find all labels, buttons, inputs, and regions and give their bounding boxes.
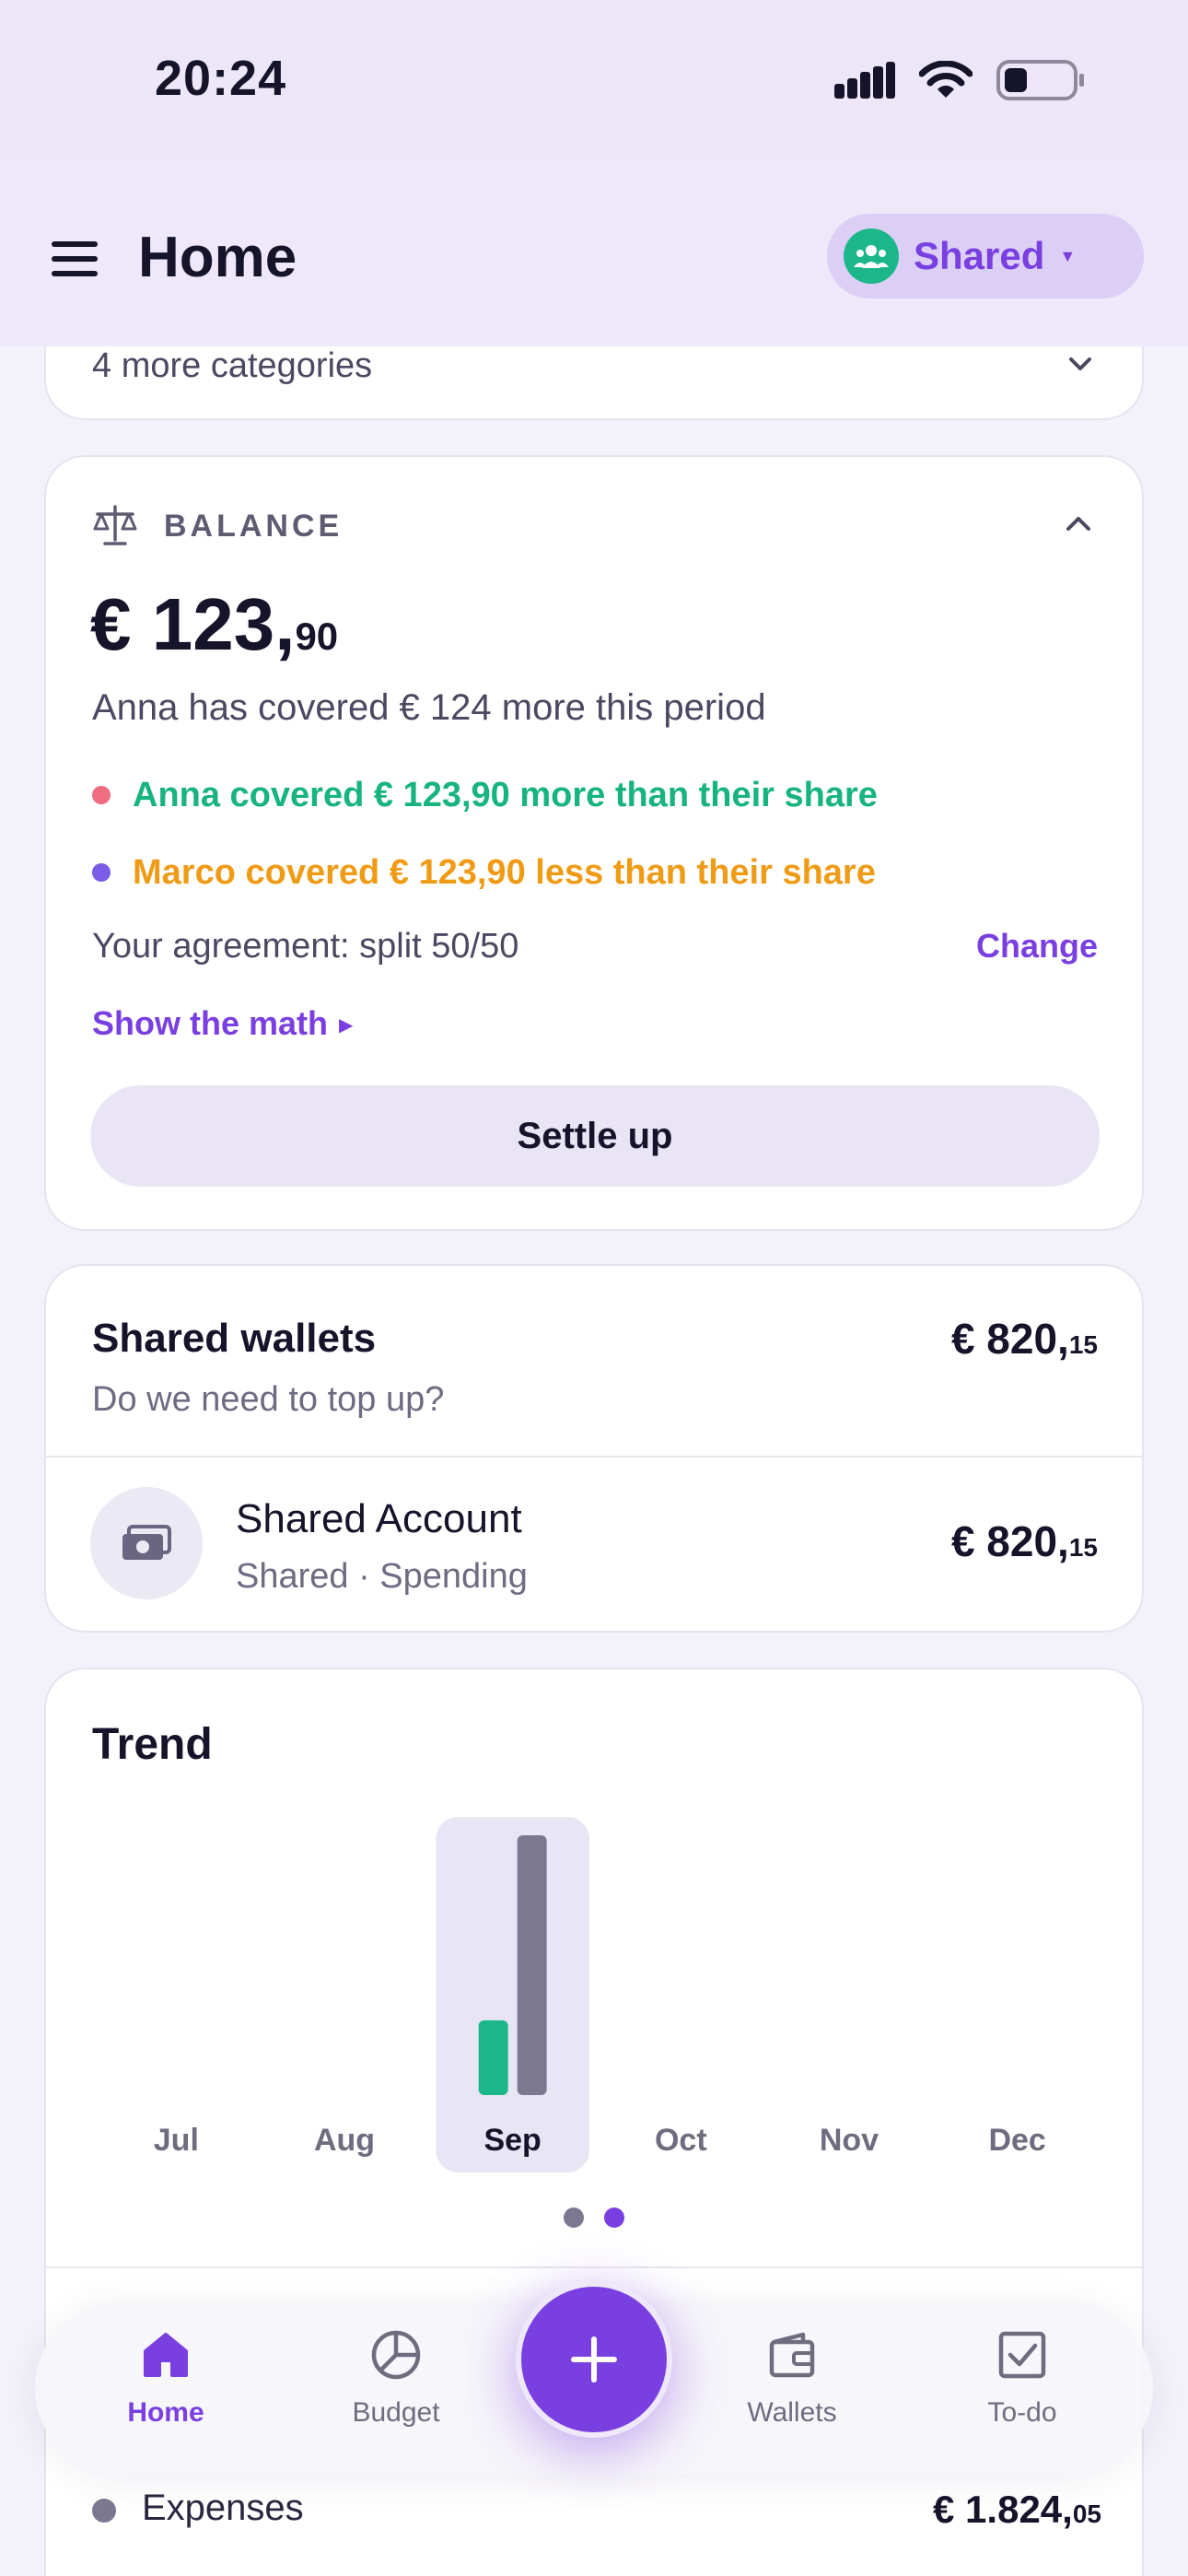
tab-home[interactable]: Home (83, 2329, 249, 2449)
space-selector-button[interactable]: Shared ▼ (827, 214, 1144, 299)
page-dot[interactable] (564, 2207, 584, 2228)
chevron-up-icon[interactable] (1065, 510, 1092, 538)
account-meta: Shared · Spending (236, 1557, 528, 1596)
header-row: Home Shared ▼ (0, 212, 1188, 304)
cellular-signal-icon (834, 62, 895, 99)
legend-dot (92, 863, 111, 882)
balance-line-marco: Marco covered € 123,90 less than their s… (92, 849, 876, 896)
plus-icon (571, 2336, 617, 2383)
legend-dot (92, 2499, 116, 2523)
page-title: Home (138, 226, 297, 289)
tab-label: To-do (987, 2397, 1057, 2428)
tab-todo[interactable]: To-do (939, 2329, 1105, 2449)
divider (46, 2266, 1142, 2268)
page-dot[interactable] (604, 2207, 624, 2228)
more-categories-label: 4 more categories (92, 346, 373, 385)
pie-chart-icon (371, 2330, 421, 2380)
expenses-amount-main: € 1.824, (933, 2488, 1073, 2531)
trend-bar-sep-0[interactable] (478, 2020, 508, 2095)
battery-icon (996, 60, 1084, 100)
show-math-link[interactable]: Show the math ▶ (92, 1004, 353, 1043)
trend-title: Trend (92, 1720, 213, 1769)
balance-amount-main: 123, (151, 583, 296, 665)
balance-line-text: Marco covered € 123,90 less than their s… (133, 852, 876, 892)
month-label-jul[interactable]: Jul (111, 2123, 240, 2159)
add-transaction-button[interactable] (516, 2281, 672, 2438)
account-name[interactable]: Shared Account (236, 1496, 522, 1542)
expenses-amount: € 1.824,05 (933, 2488, 1101, 2532)
balance-amount-cents: 90 (295, 615, 339, 658)
divider (46, 1456, 1142, 1458)
account-amount: € 820,15 (951, 1516, 1098, 1566)
group-icon (844, 228, 899, 284)
month-label-sep[interactable]: Sep (448, 2123, 577, 2159)
agreement-text: Your agreement: split 50/50 (92, 927, 519, 966)
expenses-row[interactable]: Expenses € 1.824,05 (92, 2484, 1101, 2539)
scale-icon (93, 505, 137, 545)
shared-wallets-card: Shared wallets Do we need to top up? € 8… (44, 1264, 1144, 1633)
app-screen: 20:24 Home Shared ▼ 4 more categories BA… (0, 0, 1188, 2576)
space-selector-label: Shared (914, 234, 1045, 277)
legend-dot (92, 786, 111, 804)
selected-month-highlight (436, 1817, 589, 2172)
tab-budget[interactable]: Budget (313, 2329, 479, 2449)
caret-down-icon: ▼ (1059, 246, 1077, 265)
show-math-label: Show the math (92, 1004, 329, 1042)
home-icon (144, 2333, 188, 2377)
month-label-aug[interactable]: Aug (280, 2123, 409, 2159)
balance-line-anna: Anna covered € 123,90 more than their sh… (92, 772, 878, 818)
status-time: 20:24 (155, 51, 287, 106)
page-indicator (46, 2207, 1142, 2228)
change-agreement-link[interactable]: Change (976, 927, 1098, 966)
settle-up-button[interactable]: Settle up (90, 1085, 1100, 1187)
trend-bar-sep-1[interactable] (517, 1835, 547, 2095)
wifi-icon (919, 61, 973, 98)
menu-icon[interactable] (52, 241, 98, 276)
chevron-down-icon (1069, 357, 1091, 370)
total-cents: 15 (1068, 1330, 1098, 1359)
month-label-nov[interactable]: Nov (785, 2123, 914, 2159)
account-amount-cents: 15 (1068, 1533, 1098, 1562)
shared-wallets-title: Shared wallets (92, 1316, 377, 1361)
tab-label: Wallets (747, 2397, 837, 2428)
tab-label: Home (127, 2397, 204, 2428)
balance-summary: Anna has covered € 124 more this period (92, 687, 766, 728)
checkbox-icon (998, 2331, 1046, 2379)
expenses-label: Expenses (142, 2488, 304, 2528)
play-triangle-icon: ▶ (339, 1015, 354, 1036)
month-label-oct[interactable]: Oct (616, 2123, 745, 2159)
balance-currency: € (90, 583, 132, 665)
account-amount-main: € 820, (950, 1517, 1069, 1565)
trend-chart[interactable] (92, 1817, 1101, 2185)
tab-wallets[interactable]: Wallets (709, 2329, 875, 2449)
wallet-icon (769, 2332, 815, 2378)
cash-icon (90, 1487, 203, 1599)
balance-section-label: BALANCE (164, 509, 344, 544)
month-label-dec[interactable]: Dec (953, 2123, 1082, 2159)
top-bar: 20:24 Home Shared ▼ (0, 0, 1188, 346)
status-icons (834, 57, 1085, 103)
balance-amount: € 123,90 (90, 582, 338, 667)
shared-wallets-subtitle: Do we need to top up? (92, 1380, 445, 1419)
expenses-amount-cents: 05 (1072, 2500, 1101, 2528)
tab-label: Budget (352, 2397, 440, 2428)
total-main: € 820, (950, 1315, 1069, 1363)
balance-line-text: Anna covered € 123,90 more than their sh… (133, 775, 878, 814)
balance-card: BALANCE € 123,90 Anna has covered € 124 … (44, 455, 1144, 1231)
shared-wallets-total: € 820,15 (951, 1314, 1098, 1364)
